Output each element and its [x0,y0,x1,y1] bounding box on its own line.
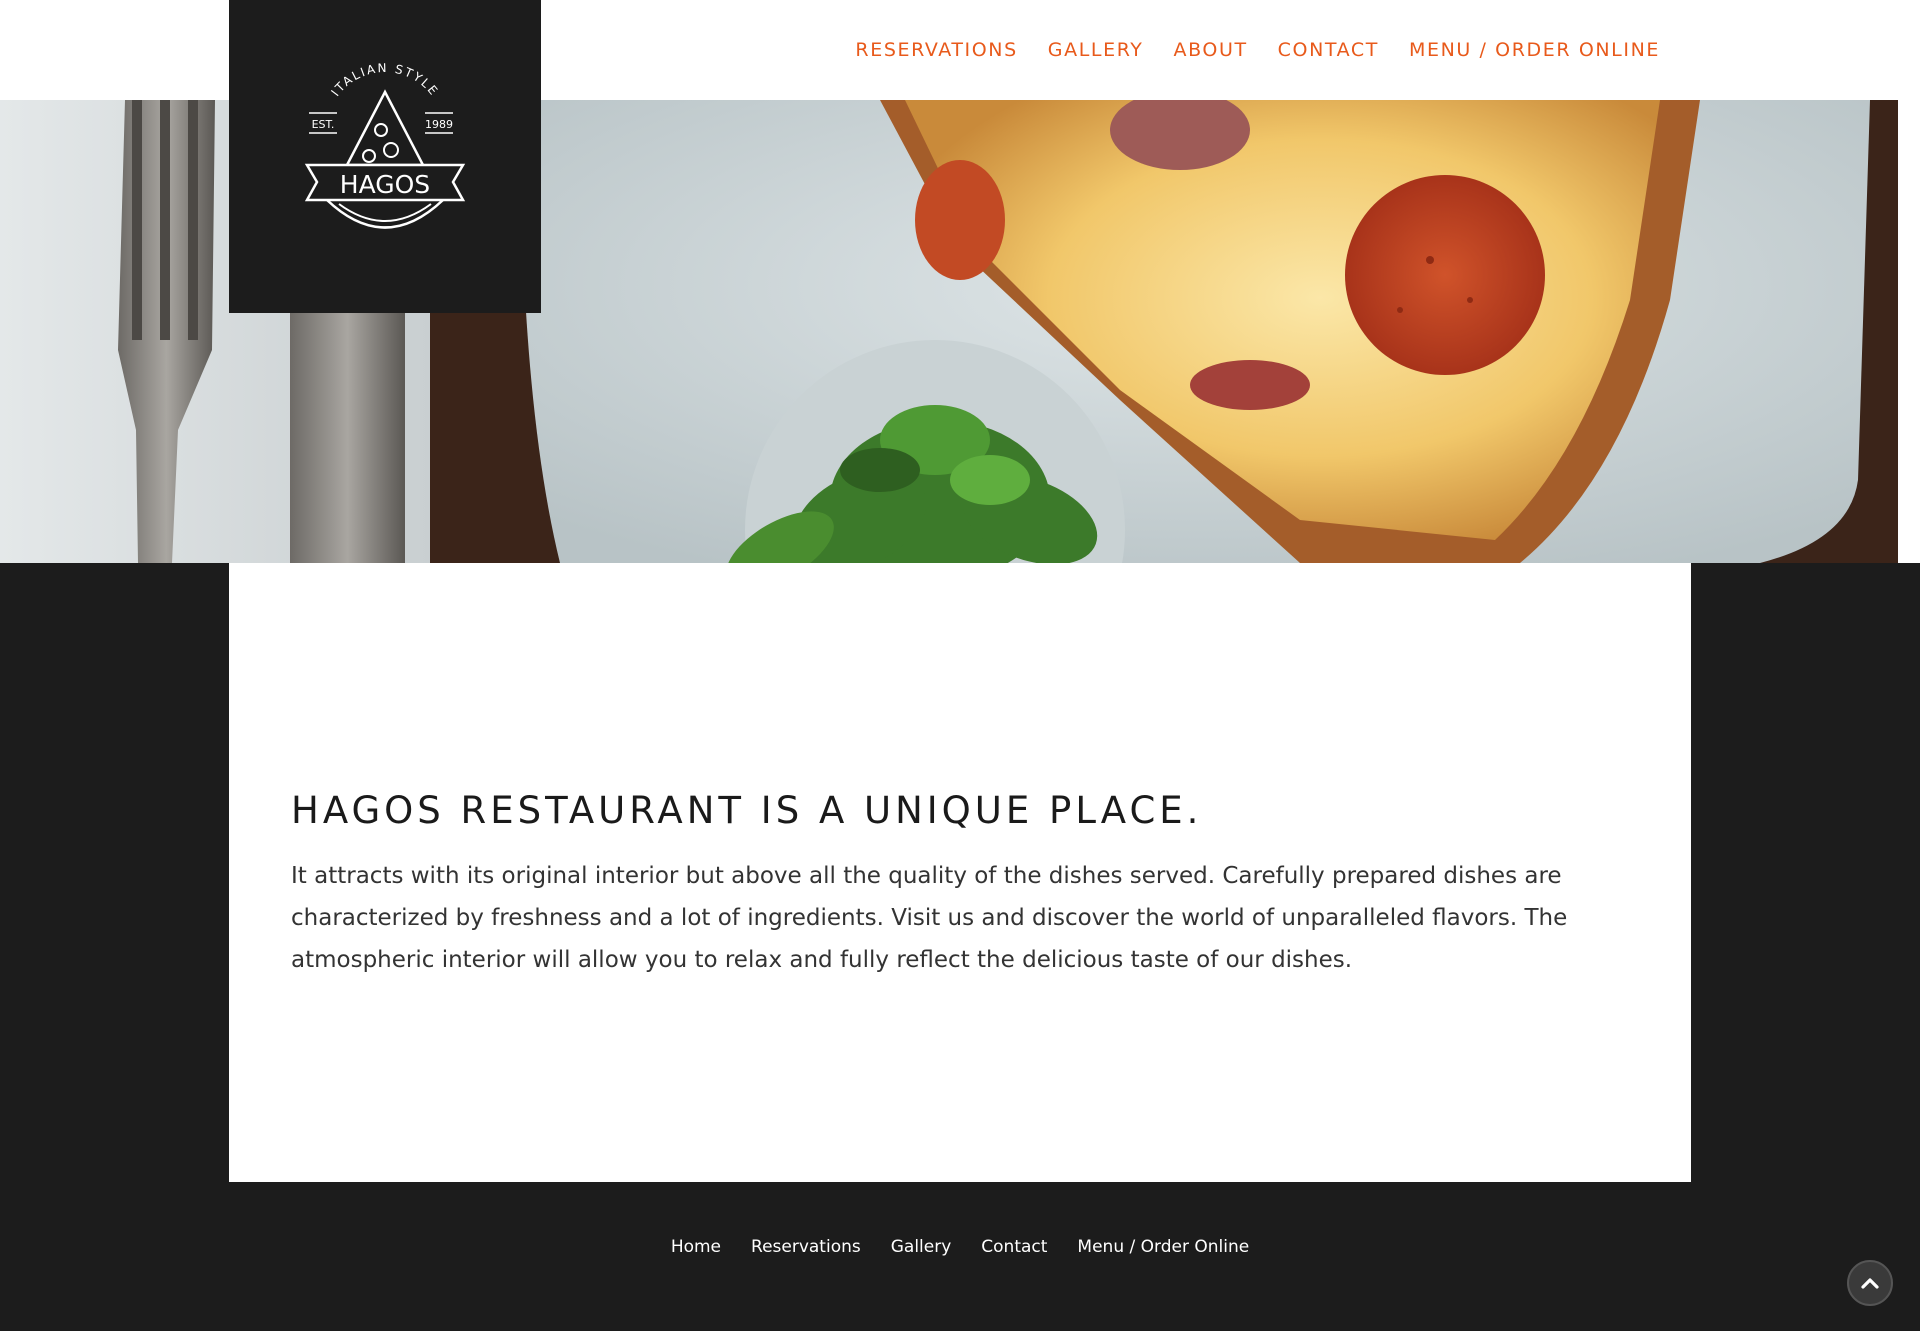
logo-wordmark: HAGOS [340,170,430,199]
chevron-up-icon [1861,1278,1879,1289]
footer-link-home[interactable]: Home [671,1237,721,1257]
nav-menu-order-online[interactable]: MENU / ORDER ONLINE [1409,39,1660,61]
footer-link-reservations[interactable]: Reservations [751,1237,861,1257]
footer-link-contact[interactable]: Contact [981,1237,1047,1257]
footer-link-gallery[interactable]: Gallery [891,1237,952,1257]
nav-gallery[interactable]: GALLERY [1048,39,1144,61]
nav-about[interactable]: ABOUT [1174,39,1248,61]
about-section: HAGOS RESTAURANT IS A UNIQUE PLACE. It a… [229,563,1691,1182]
logo-year: 1989 [425,118,453,131]
logo-est: EST. [312,118,335,131]
main-nav: RESERVATIONS GALLERY ABOUT CONTACT MENU … [855,0,1660,100]
logo[interactable]: ITALIAN STYLE EST. 1989 HAGOS [229,0,541,313]
nav-reservations[interactable]: RESERVATIONS [855,39,1017,61]
scroll-to-top-button[interactable] [1847,1260,1893,1306]
section-body: It attracts with its original interior b… [291,863,1568,973]
logo-emblem: ITALIAN STYLE EST. 1989 HAGOS [304,61,466,229]
footer-nav: Home Reservations Gallery Contact Menu /… [0,1237,1920,1257]
footer-link-menu-order-online[interactable]: Menu / Order Online [1077,1237,1249,1257]
nav-contact[interactable]: CONTACT [1278,39,1379,61]
hero-edge [1898,100,1920,563]
section-headline: HAGOS RESTAURANT IS A UNIQUE PLACE. [291,789,1203,832]
